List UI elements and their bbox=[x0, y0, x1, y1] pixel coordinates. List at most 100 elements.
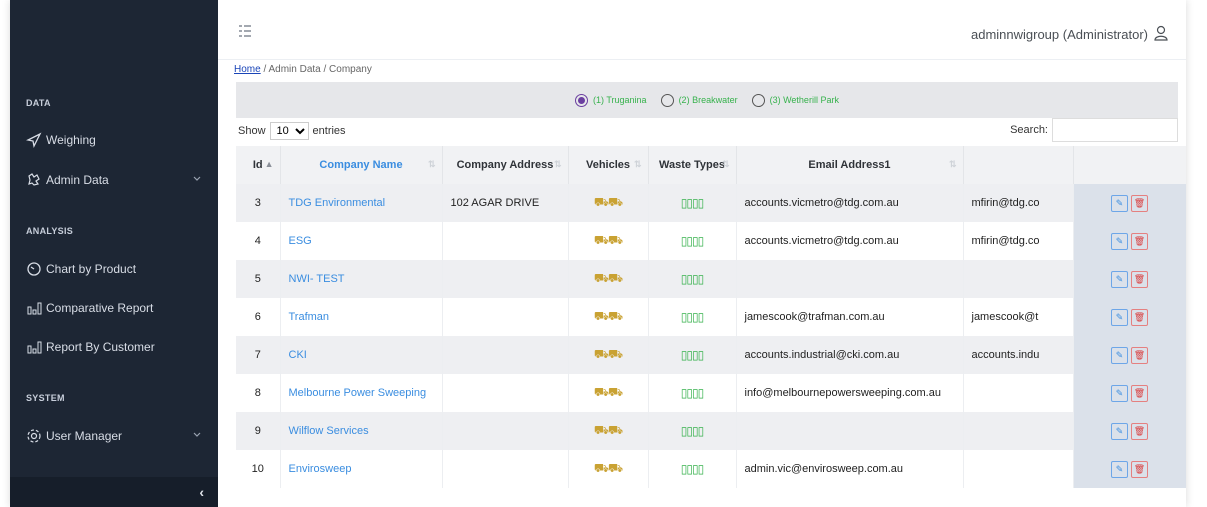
sidebar-item-weighing[interactable]: Weighing bbox=[10, 125, 218, 155]
sidebar-section-system: SYSTEM bbox=[26, 393, 65, 403]
cell-company-name[interactable]: Envirosweep bbox=[280, 450, 443, 488]
delete-button[interactable]: 🗑 bbox=[1131, 460, 1148, 478]
cell-email-address1: admin.vic@envirosweep.com.au bbox=[736, 450, 964, 488]
waste-types-icon[interactable]: ▯▯▯▯ bbox=[648, 260, 737, 298]
vehicles-icon[interactable]: ⛟⛟ bbox=[568, 336, 649, 374]
site-radio-truganina[interactable]: (1) Truganina bbox=[575, 93, 647, 107]
table-row: 7 CKI ⛟⛟ ▯▯▯▯ accounts.industrial@cki.com.au… bbox=[236, 336, 1186, 374]
sidebar-item-report-by-customer[interactable]: Report By Customer bbox=[10, 332, 218, 362]
table-row: 3 TDG Environmental 102 AGAR DRIVE ⛟⛟ ▯▯▯▯ ac… bbox=[236, 184, 1186, 222]
radio-selected-icon bbox=[575, 93, 589, 107]
cell-email-address2: jamescook@t bbox=[963, 298, 1074, 336]
column-header-vehicles[interactable]: Vehicles ⇅ bbox=[568, 146, 649, 184]
sidebar-item-label: Report By Customer bbox=[46, 340, 155, 354]
vehicles-icon[interactable]: ⛟⛟ bbox=[568, 374, 649, 412]
waste-types-icon[interactable]: ▯▯▯▯ bbox=[648, 222, 737, 260]
column-header-company-address[interactable]: Company Address ⇅ bbox=[442, 146, 569, 184]
table-row: 10 Envirosweep ⛟⛟ ▯▯▯▯ admin.vic@envirosweep… bbox=[236, 450, 1186, 488]
edit-button[interactable]: ✎ bbox=[1111, 422, 1128, 440]
chevron-down-icon bbox=[192, 173, 202, 187]
vehicles-icon[interactable]: ⛟⛟ bbox=[568, 298, 649, 336]
cell-company-address bbox=[442, 374, 569, 412]
site-radio-wetherill-park[interactable]: (3) Wetherill Park bbox=[751, 93, 839, 107]
cell-company-name[interactable]: Wilflow Services bbox=[280, 412, 443, 450]
delete-button[interactable]: 🗑 bbox=[1131, 422, 1148, 440]
edit-button[interactable]: ✎ bbox=[1111, 460, 1128, 478]
sidebar: DATA Weighing Admin Data ANALYSIS Chart … bbox=[10, 0, 218, 507]
sort-icon: ⇅ bbox=[427, 159, 436, 169]
row-actions: ✎ 🗑 bbox=[1111, 232, 1148, 250]
vehicles-icon[interactable]: ⛟⛟ bbox=[568, 184, 649, 222]
edit-button[interactable]: ✎ bbox=[1111, 194, 1128, 212]
cell-company-name[interactable]: TDG Environmental bbox=[280, 184, 443, 222]
entries-select[interactable]: 10 bbox=[269, 122, 309, 140]
site-radio-breakwater[interactable]: (2) Breakwater bbox=[660, 93, 738, 107]
edit-button[interactable]: ✎ bbox=[1111, 308, 1128, 326]
cell-company-name[interactable]: ESG bbox=[280, 222, 443, 260]
row-actions: ✎ 🗑 bbox=[1111, 194, 1148, 212]
waste-types-icon[interactable]: ▯▯▯▯ bbox=[648, 184, 737, 222]
sidebar-item-admin-data[interactable]: Admin Data bbox=[10, 165, 218, 195]
sidebar-item-label: Admin Data bbox=[46, 173, 109, 187]
cell-company-name[interactable]: Trafman bbox=[280, 298, 443, 336]
cell-actions: ✎ 🗑 bbox=[1073, 184, 1186, 222]
cell-company-name[interactable]: NWI- TEST bbox=[280, 260, 443, 298]
row-actions: ✎ 🗑 bbox=[1111, 346, 1148, 364]
bar-chart-icon bbox=[10, 300, 46, 316]
column-header-company-name[interactable]: Company Name ⇅ bbox=[280, 146, 443, 184]
radio-unselected-icon bbox=[751, 93, 765, 107]
column-header-email-address2[interactable] bbox=[963, 146, 1074, 184]
gear-icon bbox=[10, 428, 46, 444]
waste-types-icon[interactable]: ▯▯▯▯ bbox=[648, 450, 737, 488]
sidebar-item-label: Chart by Product bbox=[46, 262, 137, 276]
sidebar-section-data: DATA bbox=[26, 98, 51, 108]
edit-button[interactable]: ✎ bbox=[1111, 232, 1128, 250]
sidebar-collapse-button[interactable]: ‹ bbox=[10, 477, 218, 507]
sidebar-item-label: Weighing bbox=[46, 133, 96, 147]
sort-icon: ⇅ bbox=[633, 159, 642, 169]
sidebar-section-analysis: ANALYSIS bbox=[26, 226, 74, 236]
waste-types-icon[interactable]: ▯▯▯▯ bbox=[648, 412, 737, 450]
delete-button[interactable]: 🗑 bbox=[1131, 308, 1148, 326]
cell-actions: ✎ 🗑 bbox=[1073, 374, 1186, 412]
chevron-left-icon: ‹ bbox=[199, 484, 204, 500]
column-header-waste-types[interactable]: Waste Types ⇅ bbox=[648, 146, 737, 184]
waste-types-icon[interactable]: ▯▯▯▯ bbox=[648, 374, 737, 412]
delete-button[interactable]: 🗑 bbox=[1131, 346, 1148, 364]
row-actions: ✎ 🗑 bbox=[1111, 460, 1148, 478]
delete-button[interactable]: 🗑 bbox=[1131, 270, 1148, 288]
vehicles-icon[interactable]: ⛟⛟ bbox=[568, 450, 649, 488]
waste-types-icon[interactable]: ▯▯▯▯ bbox=[648, 298, 737, 336]
delete-button[interactable]: 🗑 bbox=[1131, 232, 1148, 250]
cell-email-address2: mfirin@tdg.co bbox=[963, 184, 1074, 222]
edit-button[interactable]: ✎ bbox=[1111, 270, 1128, 288]
cell-company-address bbox=[442, 222, 569, 260]
waste-types-icon[interactable]: ▯▯▯▯ bbox=[648, 336, 737, 374]
sidebar-item-comparative-report[interactable]: Comparative Report bbox=[10, 293, 218, 323]
cell-company-name[interactable]: Melbourne Power Sweeping bbox=[280, 374, 443, 412]
cell-company-address bbox=[442, 260, 569, 298]
top-bar: adminnwigroup (Administrator) bbox=[218, 0, 1186, 60]
sidebar-item-chart-by-product[interactable]: Chart by Product bbox=[10, 254, 218, 284]
cell-actions: ✎ 🗑 bbox=[1073, 450, 1186, 488]
menu-toggle-icon[interactable] bbox=[238, 24, 252, 43]
delete-button[interactable]: 🗑 bbox=[1131, 384, 1148, 402]
row-actions: ✎ 🗑 bbox=[1111, 270, 1148, 288]
delete-button[interactable]: 🗑 bbox=[1131, 194, 1148, 212]
search-input[interactable] bbox=[1052, 118, 1178, 142]
vehicles-icon[interactable]: ⛟⛟ bbox=[568, 412, 649, 450]
column-header-id[interactable]: Id ▲ bbox=[236, 146, 281, 184]
sort-icon: ⇅ bbox=[553, 159, 562, 169]
breadcrumb-home-link[interactable]: Home bbox=[234, 64, 261, 75]
vehicles-icon[interactable]: ⛟⛟ bbox=[568, 260, 649, 298]
column-header-email-address1[interactable]: Email Address1 ⇅ bbox=[736, 146, 964, 184]
cell-company-name[interactable]: CKI bbox=[280, 336, 443, 374]
edit-button[interactable]: ✎ bbox=[1111, 346, 1128, 364]
vehicles-icon[interactable]: ⛟⛟ bbox=[568, 222, 649, 260]
edit-button[interactable]: ✎ bbox=[1111, 384, 1128, 402]
user-menu[interactable]: adminnwigroup (Administrator) bbox=[971, 25, 1168, 44]
breadcrumb: Home / Admin Data / Company bbox=[234, 64, 372, 75]
sidebar-item-user-manager[interactable]: User Manager bbox=[10, 421, 218, 451]
cell-id: 9 bbox=[236, 412, 281, 450]
cell-id: 8 bbox=[236, 374, 281, 412]
